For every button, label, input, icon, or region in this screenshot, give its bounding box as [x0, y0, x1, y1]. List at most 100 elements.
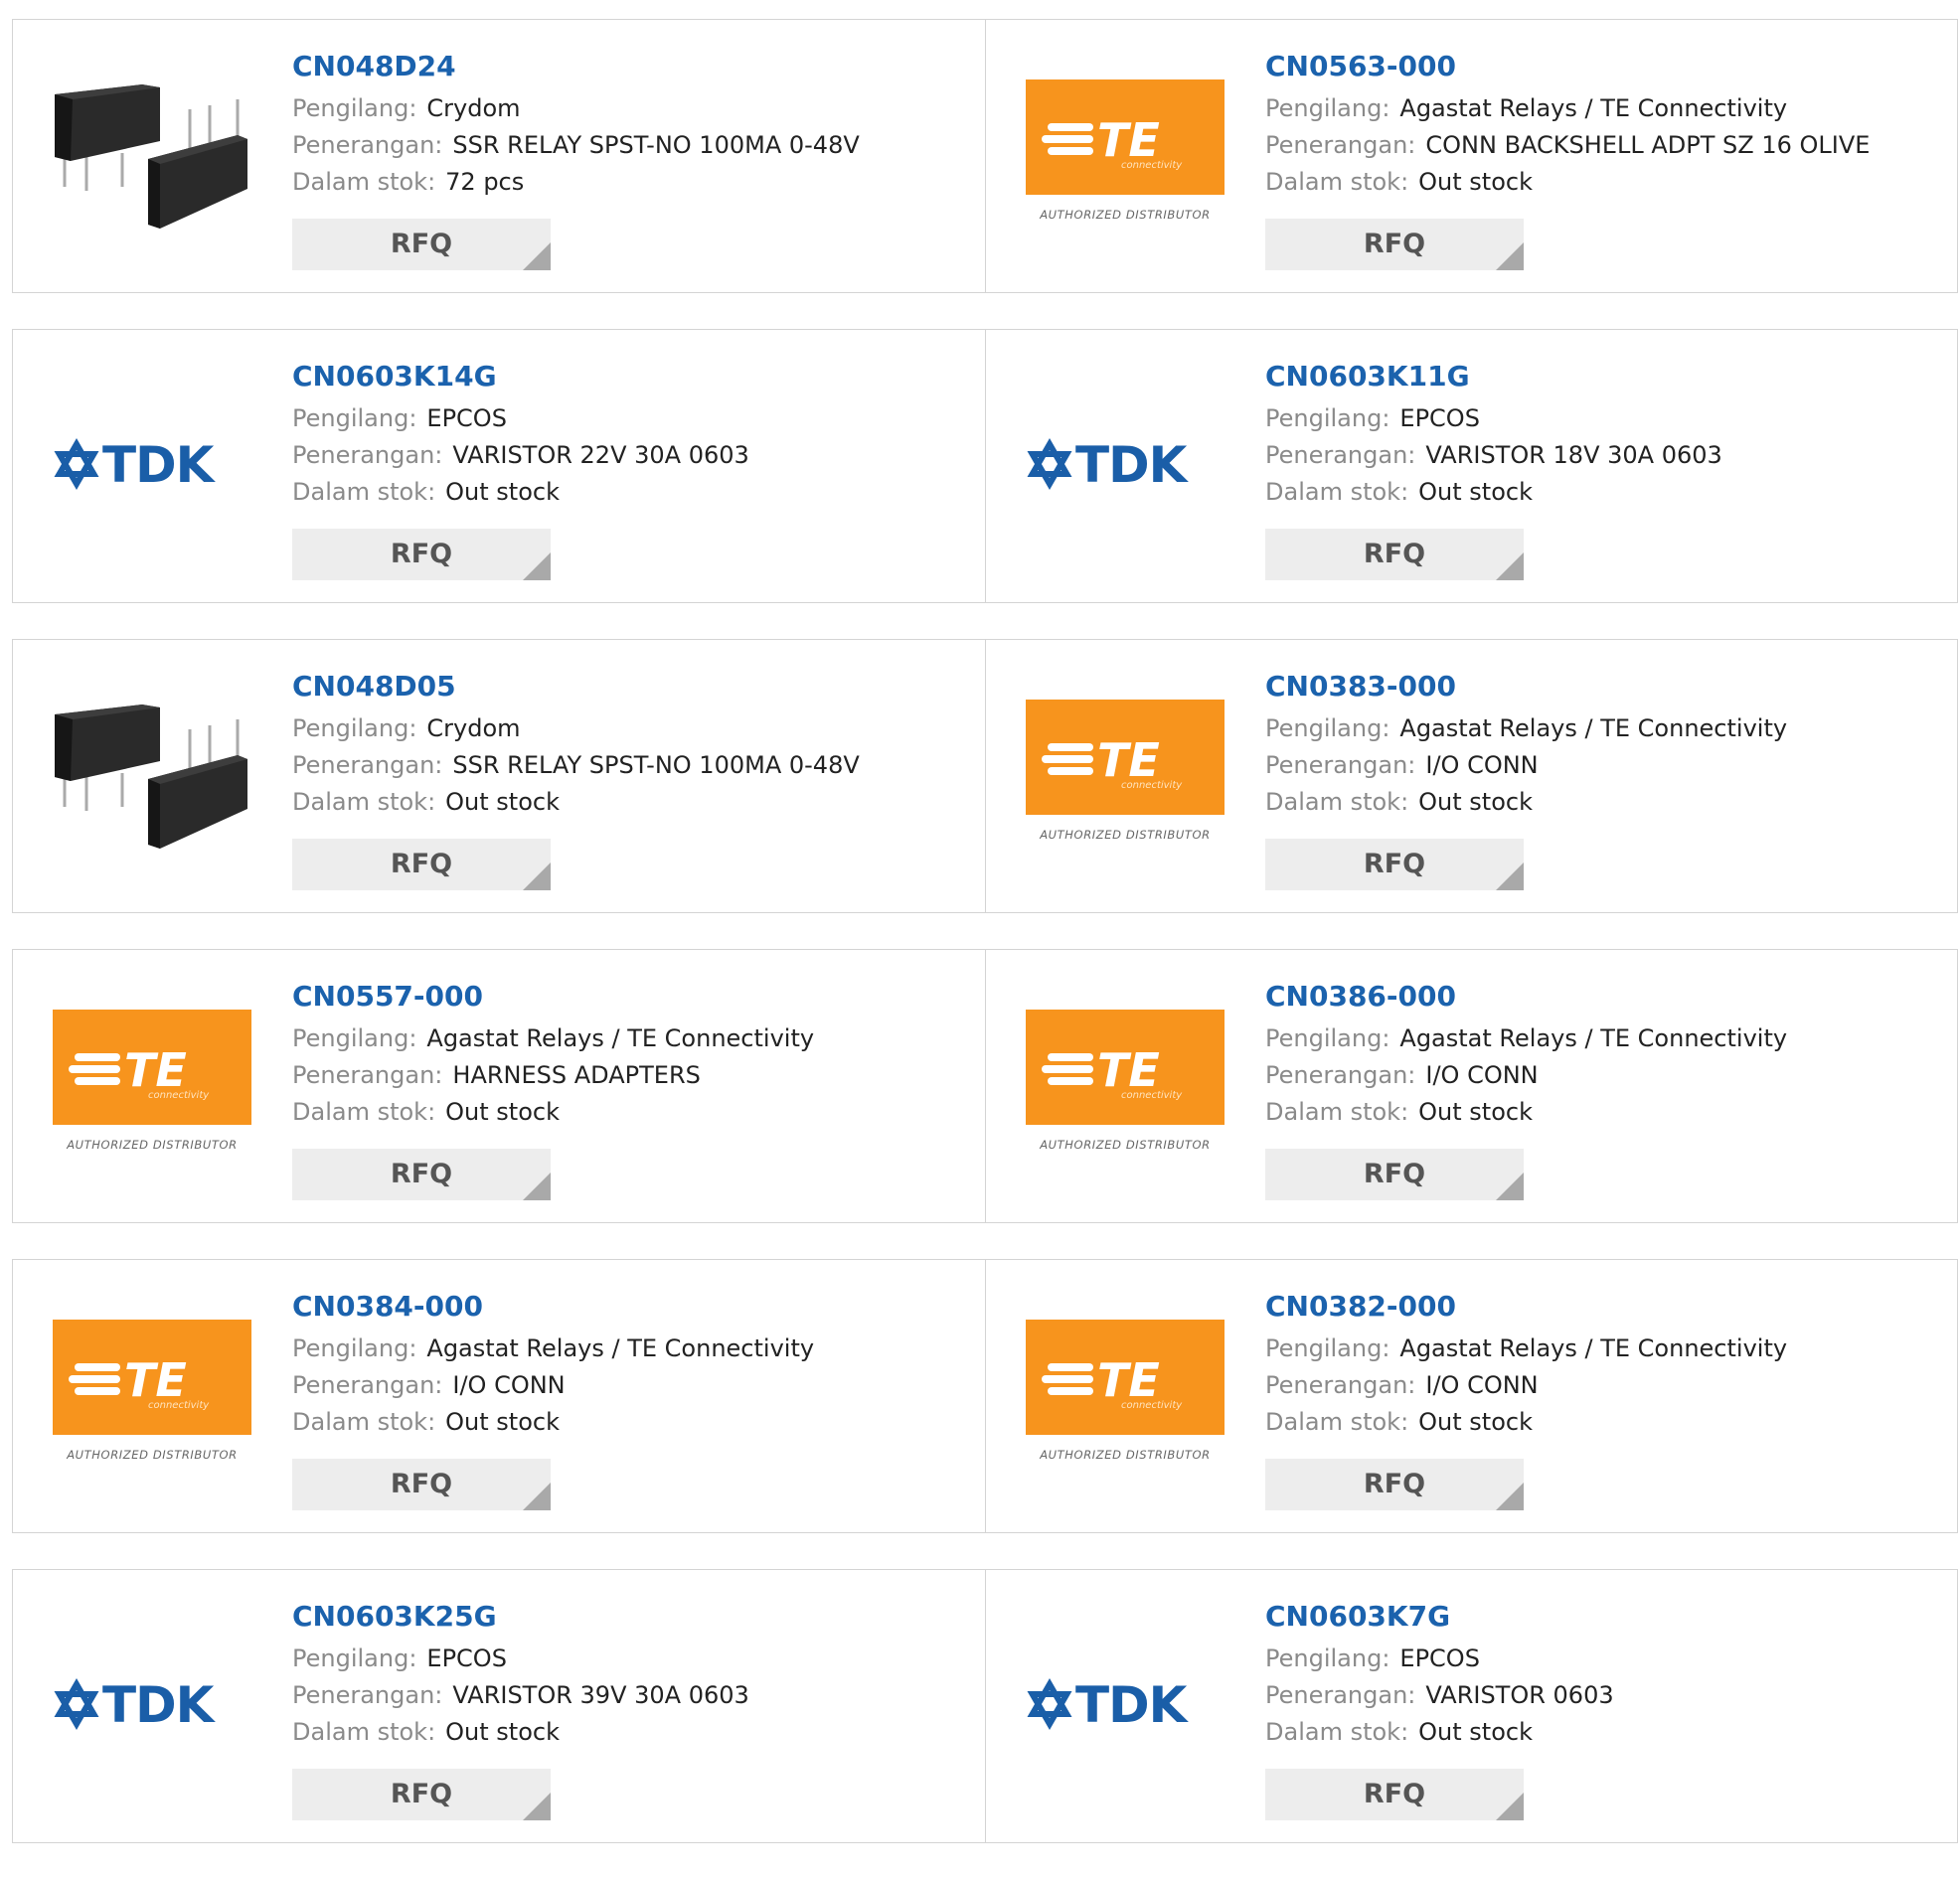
rfq-button[interactable]: RFQ: [292, 1149, 551, 1200]
part-number-link[interactable]: CN0603K11G: [1265, 359, 1947, 394]
product-thumbnail[interactable]: TDK: [1026, 380, 1225, 548]
description-value: SSR RELAY SPST-NO 100MA 0-48V: [452, 131, 860, 159]
te-logo: TE connectivity AUTHORIZED DISTRIBUTOR: [53, 1320, 251, 1462]
corner-triangle-icon: [523, 1173, 551, 1200]
manufacturer-value: EPCOS: [426, 404, 507, 432]
part-number-link[interactable]: CN0382-000: [1265, 1289, 1947, 1325]
te-logo-subtext: connectivity: [148, 1090, 210, 1101]
product-thumbnail[interactable]: TE connectivity AUTHORIZED DISTRIBUTOR: [1026, 70, 1225, 238]
product-thumbnail[interactable]: TE connectivity AUTHORIZED DISTRIBUTOR: [1026, 1310, 1225, 1479]
product-thumbnail[interactable]: TDK: [53, 380, 251, 548]
description-line: Penerangan: I/O CONN: [1265, 1057, 1947, 1094]
rfq-button-label: RFQ: [1363, 1469, 1426, 1499]
manufacturer-value: Agastat Relays / TE Connectivity: [1399, 714, 1788, 742]
manufacturer-value: Crydom: [426, 714, 521, 742]
description-label: Penerangan:: [292, 1681, 443, 1709]
corner-triangle-icon: [1496, 862, 1524, 890]
product-thumbnail[interactable]: TE connectivity AUTHORIZED DISTRIBUTOR: [1026, 1000, 1225, 1169]
corner-triangle-icon: [1496, 1173, 1524, 1200]
manufacturer-label: Pengilang:: [292, 1024, 417, 1052]
product-row: TE connectivity AUTHORIZED DISTRIBUTOR C…: [12, 949, 1958, 1223]
te-logo: TE connectivity AUTHORIZED DISTRIBUTOR: [1026, 1010, 1225, 1152]
manufacturer-label: Pengilang:: [292, 94, 417, 122]
product-info: CN0603K25G Pengilang: EPCOS Penerangan: VARI…: [292, 1599, 975, 1751]
product-card: CN048D24 Pengilang: Crydom Penerangan: SSR R…: [13, 20, 985, 292]
part-number-link[interactable]: CN0603K7G: [1265, 1599, 1947, 1635]
rfq-button-label: RFQ: [390, 229, 453, 259]
stock-value: Out stock: [1418, 478, 1533, 506]
rfq-button-label: RFQ: [390, 1469, 453, 1499]
manufacturer-line: Pengilang: EPCOS: [1265, 1641, 1947, 1677]
rfq-button[interactable]: RFQ: [292, 1459, 551, 1510]
te-logo-stripe: [1048, 147, 1093, 155]
product-thumbnail[interactable]: TDK: [53, 1620, 251, 1789]
description-line: Penerangan: I/O CONN: [1265, 1367, 1947, 1404]
part-number-link[interactable]: CN0386-000: [1265, 979, 1947, 1015]
te-logo-stripe: [1042, 755, 1093, 763]
part-number-link[interactable]: CN0603K25G: [292, 1599, 975, 1635]
te-logo-stripe: [1042, 1065, 1093, 1073]
product-info: CN0382-000 Pengilang: Agastat Relays / TE …: [1265, 1289, 1947, 1441]
rfq-button[interactable]: RFQ: [1265, 1459, 1524, 1510]
corner-triangle-icon: [523, 1793, 551, 1820]
rfq-button[interactable]: RFQ: [292, 529, 551, 580]
part-number-link[interactable]: CN0383-000: [1265, 669, 1947, 705]
part-number-link[interactable]: CN048D24: [292, 49, 975, 84]
rfq-button-label: RFQ: [390, 849, 453, 879]
rfq-button[interactable]: RFQ: [1265, 529, 1524, 580]
product-thumbnail[interactable]: [53, 70, 251, 238]
product-info: CN0603K14G Pengilang: EPCOS Penerangan: VARI…: [292, 359, 975, 511]
te-logo-stripe: [1048, 1363, 1093, 1371]
stock-label: Dalam stok:: [292, 1098, 436, 1126]
te-logo-stripe: [75, 1053, 120, 1061]
stock-value: Out stock: [445, 788, 560, 816]
part-number-link[interactable]: CN048D05: [292, 669, 975, 705]
corner-triangle-icon: [1496, 242, 1524, 270]
stock-label: Dalam stok:: [1265, 1098, 1409, 1126]
product-thumbnail[interactable]: [53, 690, 251, 859]
rfq-button[interactable]: RFQ: [292, 839, 551, 890]
rfq-button[interactable]: RFQ: [292, 219, 551, 270]
rfq-button[interactable]: RFQ: [292, 1769, 551, 1820]
part-number-link[interactable]: CN0384-000: [292, 1289, 975, 1325]
product-thumbnail[interactable]: TE connectivity AUTHORIZED DISTRIBUTOR: [1026, 690, 1225, 859]
te-logo-stripe: [75, 1387, 120, 1395]
rfq-button[interactable]: RFQ: [1265, 1149, 1524, 1200]
description-line: Penerangan: VARISTOR 18V 30A 0603: [1265, 437, 1947, 474]
product-card: TE connectivity AUTHORIZED DISTRIBUTOR C…: [13, 1260, 985, 1532]
part-number-link[interactable]: CN0557-000: [292, 979, 975, 1015]
tdk-logo-text: TDK: [102, 1676, 217, 1734]
manufacturer-label: Pengilang:: [1265, 404, 1390, 432]
te-logo-stripe: [1048, 743, 1093, 751]
stock-value: Out stock: [445, 478, 560, 506]
stock-line: Dalam stok: Out stock: [1265, 1714, 1947, 1751]
stock-label: Dalam stok:: [1265, 1718, 1409, 1746]
product-row: TE connectivity AUTHORIZED DISTRIBUTOR C…: [12, 1259, 1958, 1533]
stock-label: Dalam stok:: [1265, 788, 1409, 816]
rfq-button[interactable]: RFQ: [1265, 839, 1524, 890]
stock-line: Dalam stok: Out stock: [292, 474, 975, 511]
part-number-link[interactable]: CN0603K14G: [292, 359, 975, 394]
te-logo-subtext: connectivity: [1121, 1400, 1183, 1411]
description-label: Penerangan:: [292, 751, 443, 779]
product-thumbnail[interactable]: TDK: [1026, 1620, 1225, 1789]
rfq-button[interactable]: RFQ: [1265, 1769, 1524, 1820]
part-number-link[interactable]: CN0563-000: [1265, 49, 1947, 84]
stock-line: Dalam stok: Out stock: [1265, 164, 1947, 201]
rfq-button[interactable]: RFQ: [1265, 219, 1524, 270]
product-card: TE connectivity AUTHORIZED DISTRIBUTOR C…: [985, 640, 1957, 912]
stock-value: Out stock: [445, 1408, 560, 1436]
te-logo-text: TE: [1097, 733, 1160, 787]
manufacturer-label: Pengilang:: [292, 1334, 417, 1362]
product-thumbnail[interactable]: TE connectivity AUTHORIZED DISTRIBUTOR: [53, 1310, 251, 1479]
manufacturer-value: Crydom: [426, 94, 521, 122]
product-thumbnail[interactable]: TE connectivity AUTHORIZED DISTRIBUTOR: [53, 1000, 251, 1169]
description-value: I/O CONN: [1425, 1061, 1539, 1089]
stock-value: Out stock: [1418, 1718, 1533, 1746]
description-label: Penerangan:: [1265, 441, 1416, 469]
description-line: Penerangan: CONN BACKSHELL ADPT SZ 16 OLI…: [1265, 127, 1947, 164]
authorized-distributor-text: AUTHORIZED DISTRIBUTOR: [66, 1448, 238, 1462]
corner-triangle-icon: [523, 862, 551, 890]
product-info: CN048D05 Pengilang: Crydom Penerangan: SSR R…: [292, 669, 975, 821]
description-value: I/O CONN: [1425, 1371, 1539, 1399]
